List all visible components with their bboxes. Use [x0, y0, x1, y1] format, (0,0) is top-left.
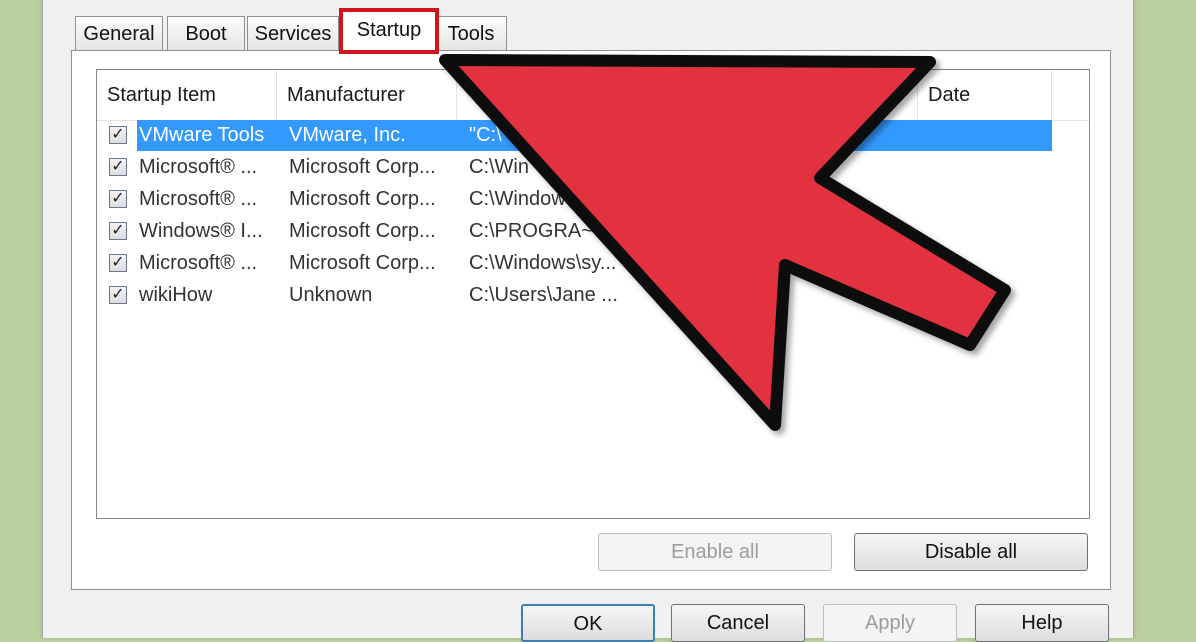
- tab-boot[interactable]: Boot: [167, 16, 245, 50]
- cell-startup-item: Microsoft® ...: [139, 252, 258, 274]
- row-checkbox[interactable]: ✓: [109, 286, 127, 304]
- system-configuration-dialog: General Boot Services Startup Tools Star…: [42, 0, 1134, 642]
- cell-command: C:\Window: [469, 188, 566, 210]
- disable-all-button[interactable]: Disable all: [854, 533, 1088, 571]
- cell-startup-item: Microsoft® ...: [139, 156, 258, 178]
- cell-command: C:\PROGRA~: [469, 220, 593, 242]
- cell-startup-item: VMware Tools: [139, 124, 265, 146]
- tab-services[interactable]: Services: [247, 16, 339, 50]
- row-checkbox[interactable]: ✓: [109, 126, 127, 144]
- cell-manufacturer: Microsoft Corp...: [289, 156, 436, 178]
- cell-command: C:\Users\Jane ...: [469, 284, 618, 306]
- cell-manufacturer: Microsoft Corp...: [289, 188, 436, 210]
- row-checkbox[interactable]: ✓: [109, 254, 127, 272]
- startup-tab-page: Startup Item Manufacturer Date Disabled …: [71, 50, 1111, 590]
- help-button[interactable]: Help: [975, 604, 1109, 642]
- list-header: Startup Item Manufacturer Date Disabled: [97, 70, 1089, 156]
- tab-tools[interactable]: Tools: [435, 16, 507, 50]
- table-row[interactable]: ✓ VMware Tools VMware, Inc. "C:\: [97, 120, 1077, 151]
- tab-startup[interactable]: Startup: [339, 8, 439, 54]
- row-checkbox[interactable]: ✓: [109, 190, 127, 208]
- cell-command: "C:\: [469, 124, 502, 146]
- column-startup-item[interactable]: Startup Item: [97, 70, 277, 120]
- cell-command: C:\Win: [469, 156, 529, 178]
- cell-manufacturer: Unknown: [289, 284, 373, 306]
- tab-general[interactable]: General: [75, 16, 163, 50]
- table-row[interactable]: ✓ Microsoft® ... Microsoft Corp... C:\Wi…: [97, 248, 1077, 279]
- column-command[interactable]: [457, 70, 707, 120]
- column-manufacturer[interactable]: Manufacturer: [277, 70, 457, 120]
- cancel-button[interactable]: Cancel: [671, 604, 805, 642]
- cell-manufacturer: Microsoft Corp...: [289, 220, 436, 242]
- row-checkbox[interactable]: ✓: [109, 158, 127, 176]
- cell-manufacturer: Microsoft Corp...: [289, 252, 436, 274]
- cell-startup-item: Windows® I...: [139, 220, 263, 242]
- apply-button[interactable]: Apply: [823, 604, 957, 642]
- enable-all-button[interactable]: Enable all: [598, 533, 832, 571]
- column-date-disabled[interactable]: Date Disabled: [917, 70, 1052, 156]
- table-row[interactable]: ✓ Microsoft® ... Microsoft Corp... C:\Wi…: [97, 184, 1077, 215]
- cell-startup-item: Microsoft® ...: [139, 188, 258, 210]
- startup-items-list[interactable]: Startup Item Manufacturer Date Disabled …: [96, 69, 1090, 519]
- ok-button[interactable]: OK: [521, 604, 655, 642]
- table-row[interactable]: ✓ Windows® I... Microsoft Corp... C:\PRO…: [97, 216, 1077, 247]
- cell-command: C:\Windows\sy...: [469, 252, 617, 274]
- table-row[interactable]: ✓ wikiHow Unknown C:\Users\Jane ...: [97, 280, 1077, 311]
- cell-startup-item: wikiHow: [139, 284, 213, 306]
- cell-manufacturer: VMware, Inc.: [289, 124, 406, 146]
- row-checkbox[interactable]: ✓: [109, 222, 127, 240]
- table-row[interactable]: ✓ Microsoft® ... Microsoft Corp... C:\Wi…: [97, 152, 1077, 183]
